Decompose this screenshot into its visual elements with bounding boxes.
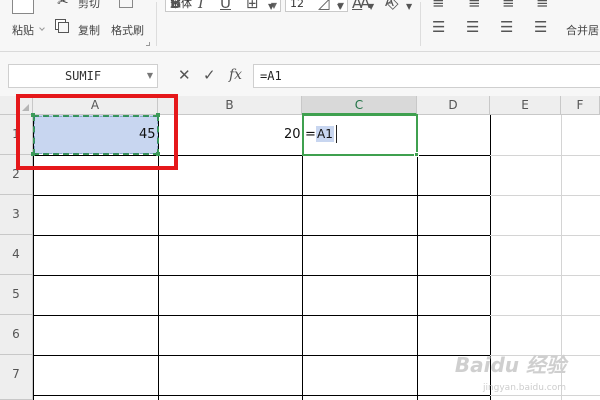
chevron-down-icon[interactable]: ▼ bbox=[337, 0, 343, 15]
column-header-e[interactable]: E bbox=[490, 96, 561, 115]
chevron-down-icon[interactable]: ▼ bbox=[406, 0, 412, 15]
text-caret bbox=[336, 125, 337, 143]
align-middle-icon[interactable]: ≡ bbox=[468, 0, 481, 11]
watermark-logo: Baidu 经验 bbox=[454, 353, 566, 377]
name-box-value: SUMIF bbox=[64, 69, 102, 83]
grid-line bbox=[33, 195, 490, 196]
copy-icon[interactable] bbox=[58, 22, 69, 33]
align-bottom-icon[interactable]: ≡ bbox=[502, 0, 515, 11]
grid-line bbox=[490, 195, 600, 196]
scissors-icon[interactable]: ✂ bbox=[57, 0, 69, 10]
align-left-icon[interactable]: ☰ bbox=[432, 18, 445, 36]
ribbon-separator bbox=[156, 2, 157, 46]
grid-line bbox=[490, 235, 600, 236]
row-header-3[interactable]: 3 bbox=[0, 195, 33, 235]
italic-button[interactable]: I bbox=[198, 0, 204, 11]
watermark-url: jingyan.baidu.com bbox=[482, 383, 566, 393]
column-header-c[interactable]: C bbox=[302, 96, 417, 115]
row-header-6[interactable]: 6 bbox=[0, 315, 33, 355]
font-size-value: 12 bbox=[290, 0, 304, 10]
row-header-5[interactable]: 5 bbox=[0, 275, 33, 315]
formula-input[interactable]: =A1 bbox=[253, 64, 600, 88]
chevron-down-icon[interactable]: ▼ bbox=[368, 0, 374, 15]
cell-c1-equals: = bbox=[305, 127, 316, 142]
formula-text: =A1 bbox=[260, 69, 282, 83]
grid-line bbox=[417, 115, 418, 400]
row-header-7[interactable]: 7 bbox=[0, 355, 33, 400]
clipboard-group-launcher-icon[interactable] bbox=[146, 42, 150, 46]
chevron-down-icon[interactable]: ▼ bbox=[147, 65, 153, 87]
chevron-down-icon[interactable]: ▼ bbox=[268, 0, 274, 15]
row-header-4[interactable]: 4 bbox=[0, 235, 33, 275]
paste-dropdown-icon[interactable] bbox=[39, 25, 45, 31]
align-right-icon[interactable]: ☰ bbox=[500, 18, 513, 36]
grid-line bbox=[490, 315, 600, 316]
enter-check-icon[interactable]: ✓ bbox=[203, 66, 216, 84]
grid-line bbox=[33, 275, 490, 276]
copy-button[interactable]: 复制 bbox=[78, 22, 100, 38]
grid-line bbox=[33, 315, 490, 316]
cancel-icon[interactable]: ✕ bbox=[178, 66, 191, 84]
highlight-annotation bbox=[16, 94, 178, 170]
merge-center-button[interactable]: 合并居 bbox=[566, 22, 599, 38]
cut-button[interactable]: 剪切 bbox=[78, 0, 100, 11]
cell-c1-reference: A1 bbox=[317, 127, 333, 141]
wrap-icon[interactable]: ≡ bbox=[536, 0, 549, 11]
format-painter-icon[interactable] bbox=[119, 0, 133, 8]
ribbon-toolbar: 粘贴 ✂ 剪切 复制 格式刷 宋体 ▼ 12 ▼ A A B I U ⊞ ▼ ◿… bbox=[0, 0, 600, 52]
grid-line bbox=[490, 275, 600, 276]
column-header-b[interactable]: B bbox=[158, 96, 302, 115]
column-header-f[interactable]: F bbox=[561, 96, 600, 115]
paste-icon[interactable] bbox=[12, 0, 34, 14]
insert-function-button[interactable]: fx bbox=[229, 66, 242, 84]
paste-button[interactable]: 粘贴 bbox=[12, 22, 34, 38]
fill-color-icon[interactable]: ◿ bbox=[318, 0, 330, 11]
font-color-icon[interactable]: A bbox=[352, 0, 362, 11]
formula-bar: SUMIF ▼ ✕ ✓ fx =A1 bbox=[0, 52, 600, 96]
eraser-icon[interactable]: ◇ bbox=[387, 0, 399, 11]
bold-button[interactable]: B bbox=[170, 0, 181, 11]
name-box[interactable]: SUMIF ▼ bbox=[8, 64, 158, 88]
grid-line bbox=[302, 115, 303, 400]
grid-line bbox=[490, 395, 600, 396]
grid-line bbox=[33, 355, 490, 356]
grid-line bbox=[490, 155, 600, 156]
grid-line bbox=[33, 395, 490, 396]
align-top-icon[interactable]: ≡ bbox=[432, 0, 445, 11]
border-icon[interactable]: ⊞ bbox=[246, 0, 259, 11]
underline-button[interactable]: U bbox=[220, 0, 231, 11]
align-center-icon[interactable]: ☰ bbox=[466, 18, 479, 36]
ribbon-separator bbox=[420, 2, 421, 46]
fill-handle[interactable] bbox=[414, 152, 419, 157]
justify-icon[interactable]: ☰ bbox=[534, 18, 547, 36]
format-painter-button[interactable]: 格式刷 bbox=[111, 22, 144, 38]
grid-line bbox=[33, 235, 490, 236]
cell-b1-value: 20 bbox=[284, 127, 301, 142]
column-header-d[interactable]: D bbox=[417, 96, 490, 115]
